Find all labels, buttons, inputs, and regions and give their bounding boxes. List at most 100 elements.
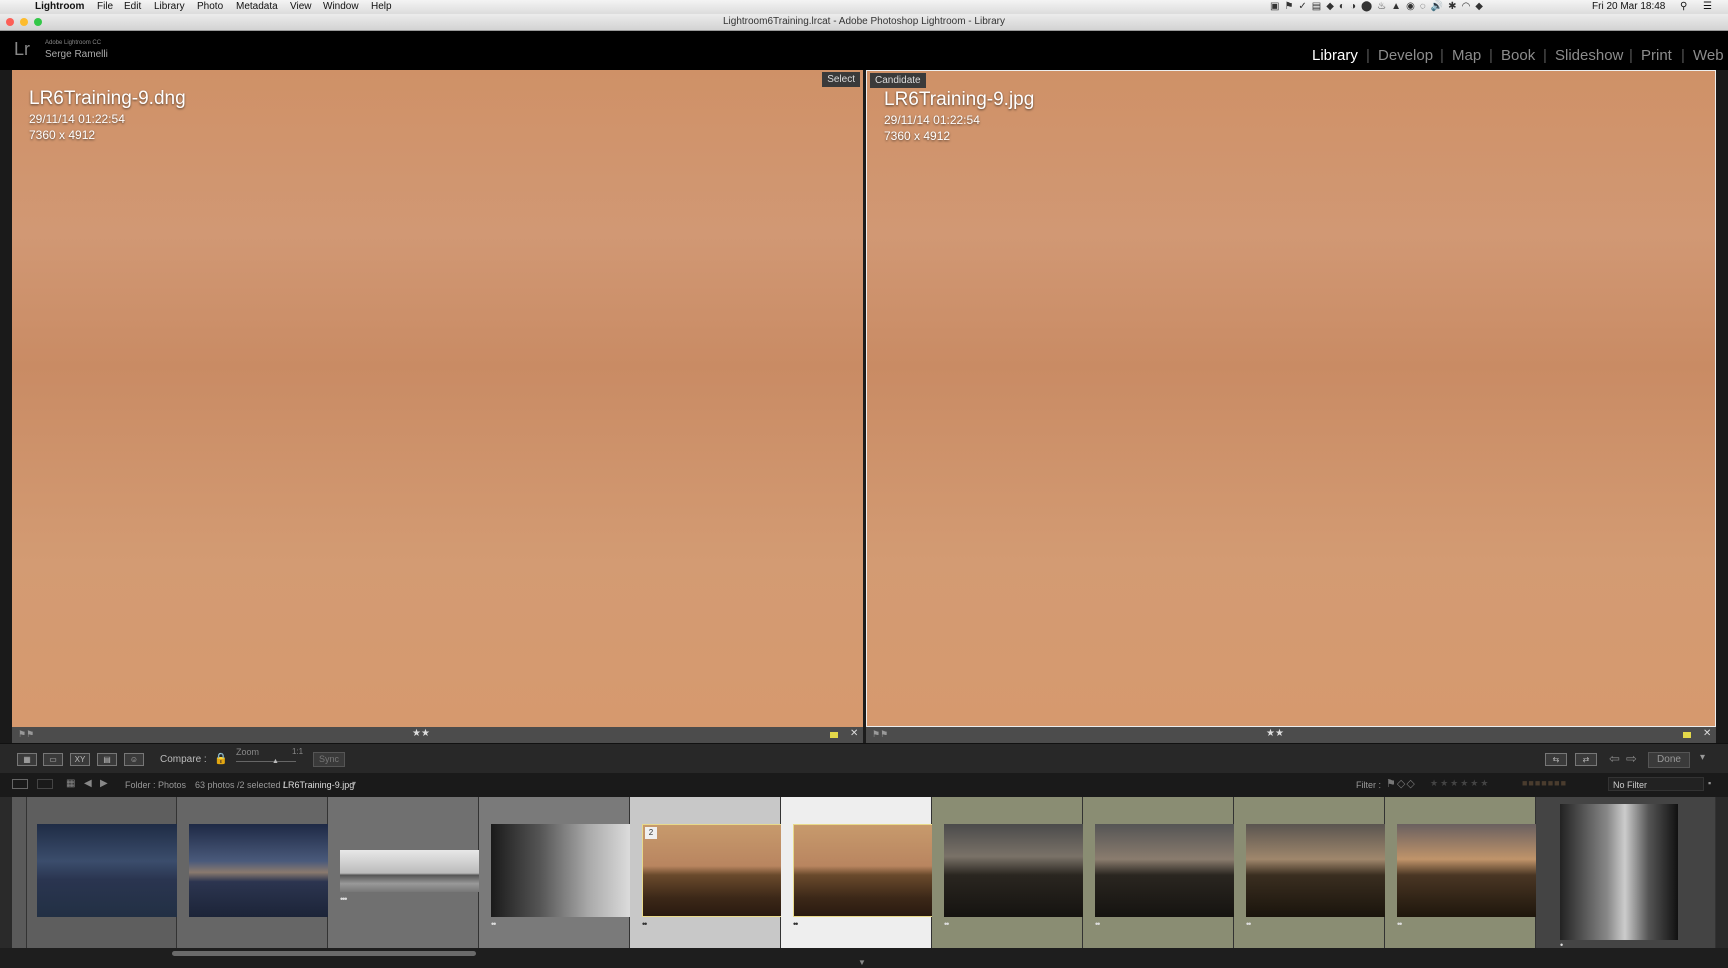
filmstrip-scrollbar-thumb[interactable] — [172, 951, 476, 956]
menu-help[interactable]: Help — [371, 1, 392, 12]
candidate-dimensions: 7360 x 4912 — [884, 129, 951, 143]
color-label-yellow[interactable] — [830, 732, 838, 738]
module-separator: | — [1681, 47, 1685, 64]
bottom-panel-toggle-icon[interactable]: ▼ — [858, 958, 866, 967]
window-2-icon[interactable] — [37, 779, 53, 789]
candidate-tag: Candidate — [870, 73, 926, 88]
thumbnail-ocean-sunset — [189, 824, 329, 917]
star-filter[interactable]: ★★★★★★ — [1430, 778, 1490, 789]
module-develop[interactable]: Develop — [1378, 47, 1433, 64]
zoom-slider-handle[interactable]: ▲ — [272, 758, 279, 765]
filmstrip-cell[interactable]: •• — [932, 797, 1084, 948]
compare-view-icon[interactable]: XY — [70, 753, 90, 766]
thumbnail-desert-sunrise — [1397, 824, 1537, 917]
menu-window[interactable]: Window — [323, 1, 359, 12]
menu-library[interactable]: Library — [154, 1, 185, 12]
filmstrip-header: ▦ ◀ ▶ Folder : Photos 63 photos /2 selec… — [0, 773, 1728, 797]
people-view-icon[interactable]: ☺ — [124, 753, 144, 766]
select-date: 29/11/14 01:22:54 — [29, 112, 125, 126]
current-filename[interactable]: LR6Training-9.jpg — [283, 780, 354, 790]
filmstrip-cell-candidate[interactable]: •• — [781, 797, 933, 948]
window-1-icon[interactable] — [12, 779, 28, 789]
color-filter[interactable]: ■■■■■■■ — [1522, 778, 1567, 788]
filmstrip-cell[interactable] — [12, 797, 27, 948]
sync-button[interactable]: Sync — [313, 752, 345, 767]
left-panel-collapsed[interactable] — [0, 70, 12, 743]
notification-center-icon[interactable]: ☰ — [1703, 1, 1712, 12]
flag-icon[interactable]: ⚑⚑ — [872, 729, 888, 740]
thumbnail-rating: •• — [642, 919, 647, 929]
select-image-pane[interactable]: Select LR6Training-9.dng 29/11/14 01:22:… — [12, 70, 863, 727]
zoom-slider[interactable] — [236, 761, 296, 762]
filmstrip-cell[interactable]: •• — [479, 797, 631, 948]
survey-view-icon[interactable]: ▤ — [97, 753, 117, 766]
module-print[interactable]: Print — [1641, 47, 1672, 64]
menu-edit[interactable]: Edit — [124, 1, 141, 12]
filmstrip: ••• •• 2 •• •• •• •• •• •• • — [0, 797, 1728, 950]
select-tag: Select — [822, 72, 860, 87]
thumbnail-rating: •• — [1095, 919, 1100, 929]
filmstrip-cell[interactable]: •• — [1234, 797, 1386, 948]
thumbnail-city-bw — [1560, 804, 1678, 940]
module-book[interactable]: Book — [1501, 47, 1535, 64]
thumbnail-rating: •• — [1397, 919, 1402, 929]
filename-dropdown-icon[interactable]: ▾ — [352, 779, 356, 788]
module-web[interactable]: Web — [1693, 47, 1724, 64]
thumbnail-desert-dusk — [1246, 824, 1386, 917]
next-arrow-icon[interactable]: ⇨ — [1626, 751, 1637, 767]
folder-source[interactable]: Folder : Photos — [125, 780, 186, 790]
done-button[interactable]: Done — [1648, 752, 1690, 768]
loupe-view-icon[interactable]: ▭ — [43, 753, 63, 766]
select-rating[interactable]: ★★ — [412, 728, 430, 739]
lock-icon[interactable]: 🔒 — [214, 752, 228, 765]
flag-filter-icons[interactable]: ⚑◇◇ — [1386, 777, 1416, 790]
filmstrip-cell[interactable]: •• — [1083, 797, 1235, 948]
menu-view[interactable]: View — [290, 1, 312, 12]
filmstrip-cell[interactable] — [177, 797, 329, 948]
menu-photo[interactable]: Photo — [197, 1, 223, 12]
filmstrip-cell[interactable] — [27, 797, 177, 948]
filter-label: Filter : — [1356, 780, 1382, 790]
close-icon[interactable]: ✕ — [1703, 728, 1711, 739]
make-select-icon[interactable]: ⇄ — [1575, 753, 1597, 766]
module-library[interactable]: Library — [1312, 47, 1358, 64]
user-name: Serge Ramelli — [45, 49, 108, 60]
grid-view-icon[interactable]: ▦ — [17, 753, 37, 766]
module-slideshow[interactable]: Slideshow — [1555, 47, 1623, 64]
compare-label: Compare : — [160, 754, 207, 765]
status-icons[interactable]: ▣⚑✓▤◆◐◑⬤♨▲◉◌🔊✱◠◆ — [1270, 1, 1488, 12]
candidate-image-pane[interactable]: Candidate LR6Training-9.jpg 29/11/14 01:… — [866, 70, 1716, 727]
right-panel-collapsed[interactable] — [1716, 70, 1728, 743]
toolbar-menu-chevron-icon[interactable]: ▾ — [1700, 752, 1705, 763]
filter-preset-select[interactable]: No Filter — [1608, 777, 1704, 791]
spotlight-icon[interactable]: ⚲ — [1680, 1, 1687, 12]
candidate-date: 29/11/14 01:22:54 — [884, 113, 980, 127]
back-icon[interactable]: ◀ — [84, 778, 92, 789]
forward-icon[interactable]: ▶ — [100, 778, 108, 789]
filter-lock-icon[interactable]: ▪ — [1708, 778, 1711, 788]
window-title: Lightroom6Training.lrcat - Adobe Photosh… — [722, 16, 1005, 27]
swap-icon[interactable]: ⇆ — [1545, 753, 1567, 766]
filmstrip-cell[interactable]: • — [1536, 797, 1716, 950]
module-separator: | — [1543, 47, 1547, 64]
previous-arrow-icon[interactable]: ⇦ — [1609, 751, 1620, 767]
filmstrip-cell[interactable]: ••• — [328, 797, 480, 948]
stack-badge[interactable]: 2 — [645, 827, 657, 839]
color-label-yellow[interactable] — [1683, 732, 1691, 738]
product-name: Adobe Lightroom CC — [45, 40, 102, 46]
app-menu[interactable]: Lightroom — [35, 1, 84, 12]
flag-icon[interactable]: ⚑⚑ — [18, 729, 34, 740]
candidate-rating[interactable]: ★★ — [1266, 728, 1284, 739]
menu-metadata[interactable]: Metadata — [236, 1, 278, 12]
filmstrip-cell[interactable]: •• — [1385, 797, 1537, 948]
window-title-bar: Lightroom6Training.lrcat - Adobe Photosh… — [0, 14, 1728, 31]
select-filename: LR6Training-9.dng — [29, 88, 186, 109]
close-icon[interactable]: ✕ — [850, 728, 858, 739]
thumbnail-rating: •• — [944, 919, 949, 929]
filmstrip-cell-selected[interactable]: 2 •• — [630, 797, 782, 948]
clock[interactable]: Fri 20 Mar 18:48 — [1592, 1, 1665, 12]
menu-file[interactable]: File — [97, 1, 113, 12]
grid-icon[interactable]: ▦ — [66, 778, 75, 789]
thumbnail-desert-dark — [944, 824, 1084, 917]
module-map[interactable]: Map — [1452, 47, 1481, 64]
